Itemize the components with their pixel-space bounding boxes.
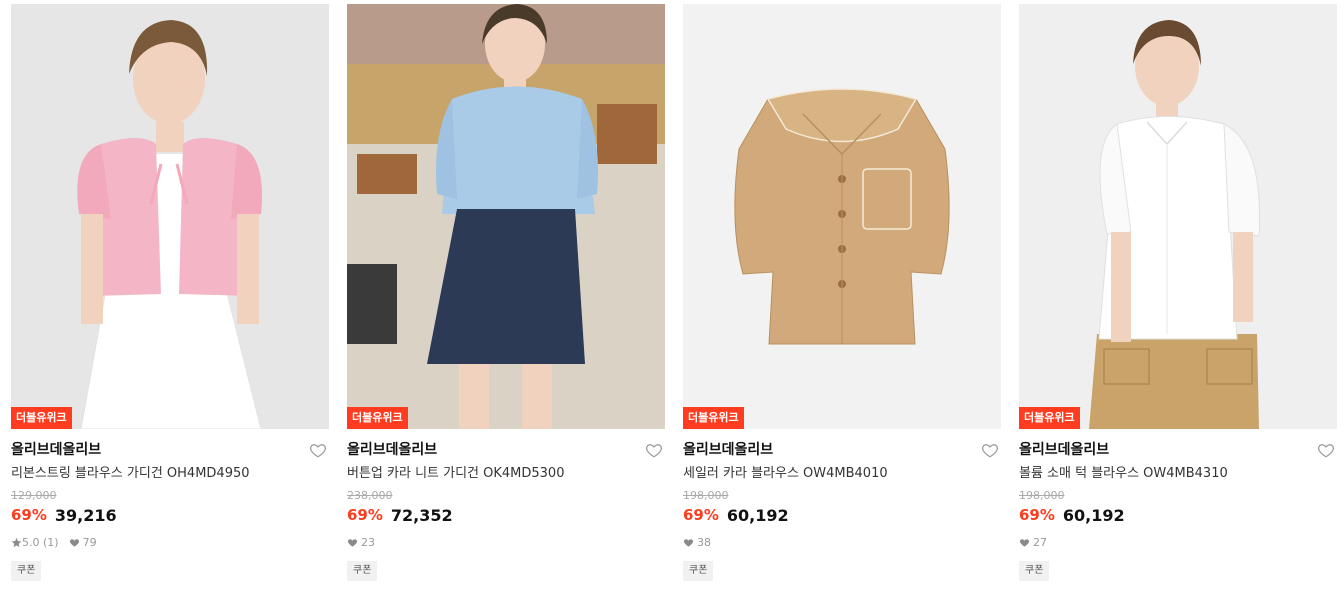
like-count: 27 (1033, 535, 1047, 549)
product-meta: 27 (1019, 534, 1337, 550)
heart-small-icon (683, 537, 694, 548)
heart-small-icon (69, 537, 80, 548)
discount-rate: 69% (683, 506, 719, 524)
discount-rate: 69% (347, 506, 383, 524)
coupon-tag: 쿠폰 (683, 561, 714, 581)
heart-small-icon (347, 537, 358, 548)
product-name[interactable]: 세일러 카라 블라우스 OW4MB4010 (683, 464, 1001, 484)
product-card[interactable]: 더블유위크 올리브데올리브 리본스트링 블라우스 가디건 OH4MD4950 1… (11, 4, 329, 581)
product-meta: 5.0 (1) 79 (11, 534, 329, 550)
like-count: 38 (697, 535, 711, 549)
like-count: 79 (82, 535, 97, 549)
promo-badge: 더블유위크 (683, 407, 744, 429)
coupon-tag: 쿠폰 (11, 561, 42, 581)
brand-name[interactable]: 올리브데올리브 (347, 440, 665, 460)
product-meta: 23 (347, 534, 665, 550)
product-card[interactable]: 더블유위크 올리브데올리브 볼륨 소매 턱 블라우스 OW4MB4310 198… (1019, 4, 1337, 581)
rating-text: 5.0 (1) (22, 535, 59, 549)
product-info: 올리브데올리브 버튼업 카라 니트 가디건 OK4MD5300 238,000 … (347, 429, 665, 581)
product-name[interactable]: 버튼업 카라 니트 가디건 OK4MD5300 (347, 464, 665, 484)
product-image[interactable]: 더블유위크 (11, 4, 329, 429)
heart-icon[interactable] (645, 441, 663, 459)
heart-icon[interactable] (309, 441, 327, 459)
brand-name[interactable]: 올리브데올리브 (683, 440, 1001, 460)
product-photo (683, 4, 1001, 429)
discount-rate: 69% (11, 506, 47, 524)
product-photo (1019, 4, 1337, 429)
price-row: 69% 39,216 (11, 505, 329, 525)
promo-badge: 더블유위크 (1019, 407, 1080, 429)
sale-price: 39,216 (54, 505, 117, 525)
original-price: 198,000 (683, 489, 729, 502)
promo-badge: 더블유위크 (347, 407, 408, 429)
price-row: 69% 60,192 (1019, 505, 1337, 525)
product-info: 올리브데올리브 세일러 카라 블라우스 OW4MB4010 198,000 69… (683, 429, 1001, 581)
original-price: 129,000 (11, 489, 57, 502)
coupon-tag: 쿠폰 (1019, 561, 1050, 581)
heart-icon[interactable] (981, 441, 999, 459)
product-photo (11, 4, 329, 429)
original-price: 238,000 (347, 489, 393, 502)
product-image[interactable]: 더블유위크 (1019, 4, 1337, 429)
heart-small-icon (1019, 537, 1030, 548)
heart-icon[interactable] (1317, 441, 1335, 459)
brand-name[interactable]: 올리브데올리브 (11, 440, 329, 460)
product-name[interactable]: 볼륨 소매 턱 블라우스 OW4MB4310 (1019, 464, 1337, 484)
product-photo (347, 4, 665, 429)
like-count: 23 (361, 535, 375, 549)
product-name[interactable]: 리본스트링 블라우스 가디건 OH4MD4950 (11, 464, 329, 484)
coupon-tag: 쿠폰 (347, 561, 378, 581)
product-info: 올리브데올리브 볼륨 소매 턱 블라우스 OW4MB4310 198,000 6… (1019, 429, 1337, 581)
discount-rate: 69% (1019, 506, 1055, 524)
product-grid: 더블유위크 올리브데올리브 리본스트링 블라우스 가디건 OH4MD4950 1… (11, 4, 1337, 581)
product-card[interactable]: 더블유위크 올리브데올리브 세일러 카라 블라우스 OW4MB4010 198,… (683, 4, 1001, 581)
original-price: 198,000 (1019, 489, 1065, 502)
product-meta: 38 (683, 534, 1001, 550)
sale-price: 72,352 (390, 505, 453, 525)
product-image[interactable]: 더블유위크 (347, 4, 665, 429)
product-card[interactable]: 더블유위크 올리브데올리브 버튼업 카라 니트 가디건 OK4MD5300 23… (347, 4, 665, 581)
brand-name[interactable]: 올리브데올리브 (1019, 440, 1337, 460)
price-row: 69% 60,192 (683, 505, 1001, 525)
promo-badge: 더블유위크 (11, 407, 72, 429)
price-row: 69% 72,352 (347, 505, 665, 525)
sale-price: 60,192 (1062, 505, 1125, 525)
product-info: 올리브데올리브 리본스트링 블라우스 가디건 OH4MD4950 129,000… (11, 429, 329, 581)
star-icon (11, 537, 22, 548)
product-image[interactable]: 더블유위크 (683, 4, 1001, 429)
sale-price: 60,192 (726, 505, 789, 525)
